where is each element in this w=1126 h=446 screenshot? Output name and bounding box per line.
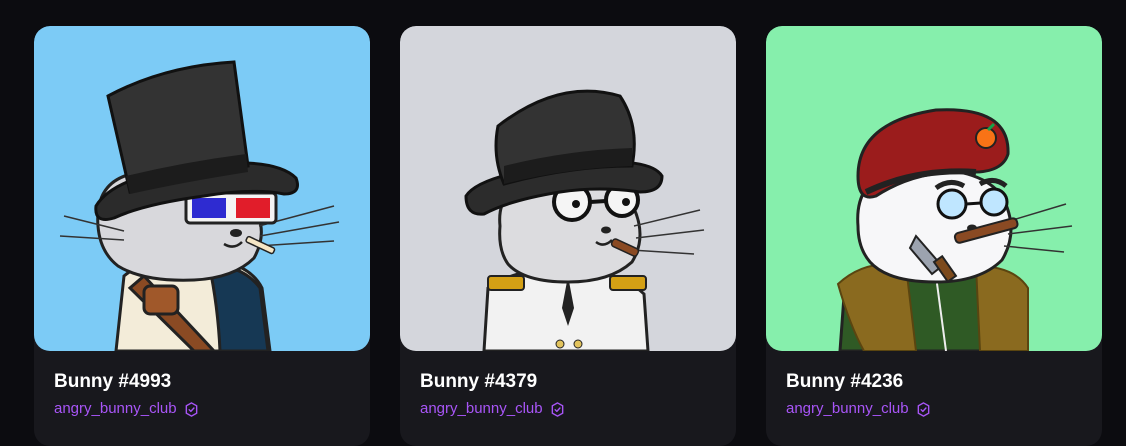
- verified-icon: [551, 401, 563, 417]
- collection-link[interactable]: angry_bunny_club: [786, 400, 1082, 418]
- bunny-bowler-hat-artwork: [400, 26, 736, 351]
- nft-title[interactable]: Bunny #4236: [786, 371, 1082, 393]
- nft-card-info: Bunny #4379 angry_bunny_club: [400, 351, 736, 418]
- nft-image[interactable]: [34, 26, 370, 351]
- nft-card[interactable]: Bunny #4379 angry_bunny_club: [400, 26, 736, 446]
- verified-icon: [185, 401, 197, 417]
- nft-title[interactable]: Bunny #4993: [54, 371, 350, 393]
- nft-image[interactable]: [400, 26, 736, 351]
- collection-name[interactable]: angry_bunny_club: [54, 400, 177, 418]
- nft-card[interactable]: Bunny #4993 angry_bunny_club: [34, 26, 370, 446]
- verified-icon: [917, 401, 929, 417]
- nft-card[interactable]: Bunny #4236 angry_bunny_club: [766, 26, 1102, 446]
- nft-title[interactable]: Bunny #4379: [420, 371, 716, 393]
- collection-link[interactable]: angry_bunny_club: [420, 400, 716, 418]
- nft-image[interactable]: [766, 26, 1102, 351]
- collection-name[interactable]: angry_bunny_club: [786, 400, 909, 418]
- nft-grid: Bunny #4993 angry_bunny_club Bunny #4379…: [34, 26, 1102, 446]
- collection-name[interactable]: angry_bunny_club: [420, 400, 543, 418]
- bunny-top-hat-artwork: [34, 26, 370, 351]
- nft-card-info: Bunny #4993 angry_bunny_club: [34, 351, 370, 418]
- bunny-beret-artwork: [766, 26, 1102, 351]
- nft-card-info: Bunny #4236 angry_bunny_club: [766, 351, 1102, 418]
- collection-link[interactable]: angry_bunny_club: [54, 400, 350, 418]
